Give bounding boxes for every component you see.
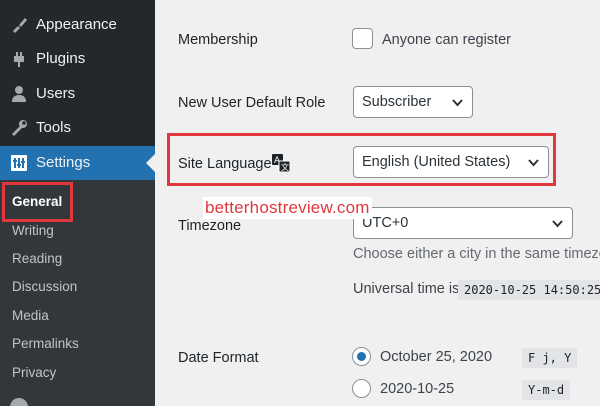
submenu-reading[interactable]: Reading [12,250,62,268]
menu-label-settings: Settings [36,154,91,171]
wrench-icon [12,120,27,136]
date-format-code-2: Y-m-d [522,380,571,400]
anyone-can-register-checkbox[interactable] [352,28,373,49]
timezone-select[interactable]: UTC+0 [353,207,573,239]
menu-label-users: Users [36,85,76,102]
menu-item-appearance[interactable]: Appearance [0,8,155,42]
anyone-can-register-label: Anyone can register [382,32,511,48]
submenu-privacy[interactable]: Privacy [12,364,56,382]
menu-label-plugins: Plugins [36,50,86,67]
menu-item-plugins[interactable]: Plugins [0,42,155,76]
submenu-media[interactable]: Media [12,307,49,325]
date-format-option-1: October 25, 2020 [380,349,493,365]
current-menu-arrow [146,154,155,172]
menu-item-users[interactable]: Users [0,77,155,111]
site-language-highlight-box [167,133,556,186]
date-format-radio-2[interactable] [352,379,371,398]
membership-label: Membership [178,32,258,48]
admin-sidebar: Appearance Plugins Users Tools Settings … [0,0,155,406]
date-format-code-1: F j, Y [522,348,578,368]
general-highlight-box [2,182,73,222]
paintbrush-icon [13,18,27,33]
watermark: betterhostreview.com [203,197,372,219]
timezone-label: Timezone [178,218,242,234]
submenu-permalinks[interactable]: Permalinks [12,335,79,353]
chevron-down-icon [552,220,563,228]
menu-item-settings[interactable]: Settings [0,146,155,180]
submenu-discussion[interactable]: Discussion [12,278,77,296]
default-role-select[interactable]: Subscriber [353,86,473,118]
submenu-writing[interactable]: Writing [12,222,54,240]
menu-label-appearance: Appearance [36,16,117,33]
chevron-down-icon [452,99,463,107]
default-role-value: Subscriber [362,94,432,110]
plug-icon [14,52,24,67]
user-icon [12,86,26,102]
date-format-label: Date Format [178,350,259,366]
menu-label-tools: Tools [36,119,72,136]
universal-time-value: 2020-10-25 14:50:25 [458,280,600,300]
date-format-radio-1[interactable] [352,347,371,366]
universal-time-label: Universal time is [353,281,460,297]
default-role-label: New User Default Role [178,95,326,111]
menu-item-tools[interactable]: Tools [0,111,155,145]
timezone-description: Choose either a city in the same timezo [353,246,600,262]
sliders-icon [11,155,27,171]
date-format-option-2: 2020-10-25 [380,381,455,397]
